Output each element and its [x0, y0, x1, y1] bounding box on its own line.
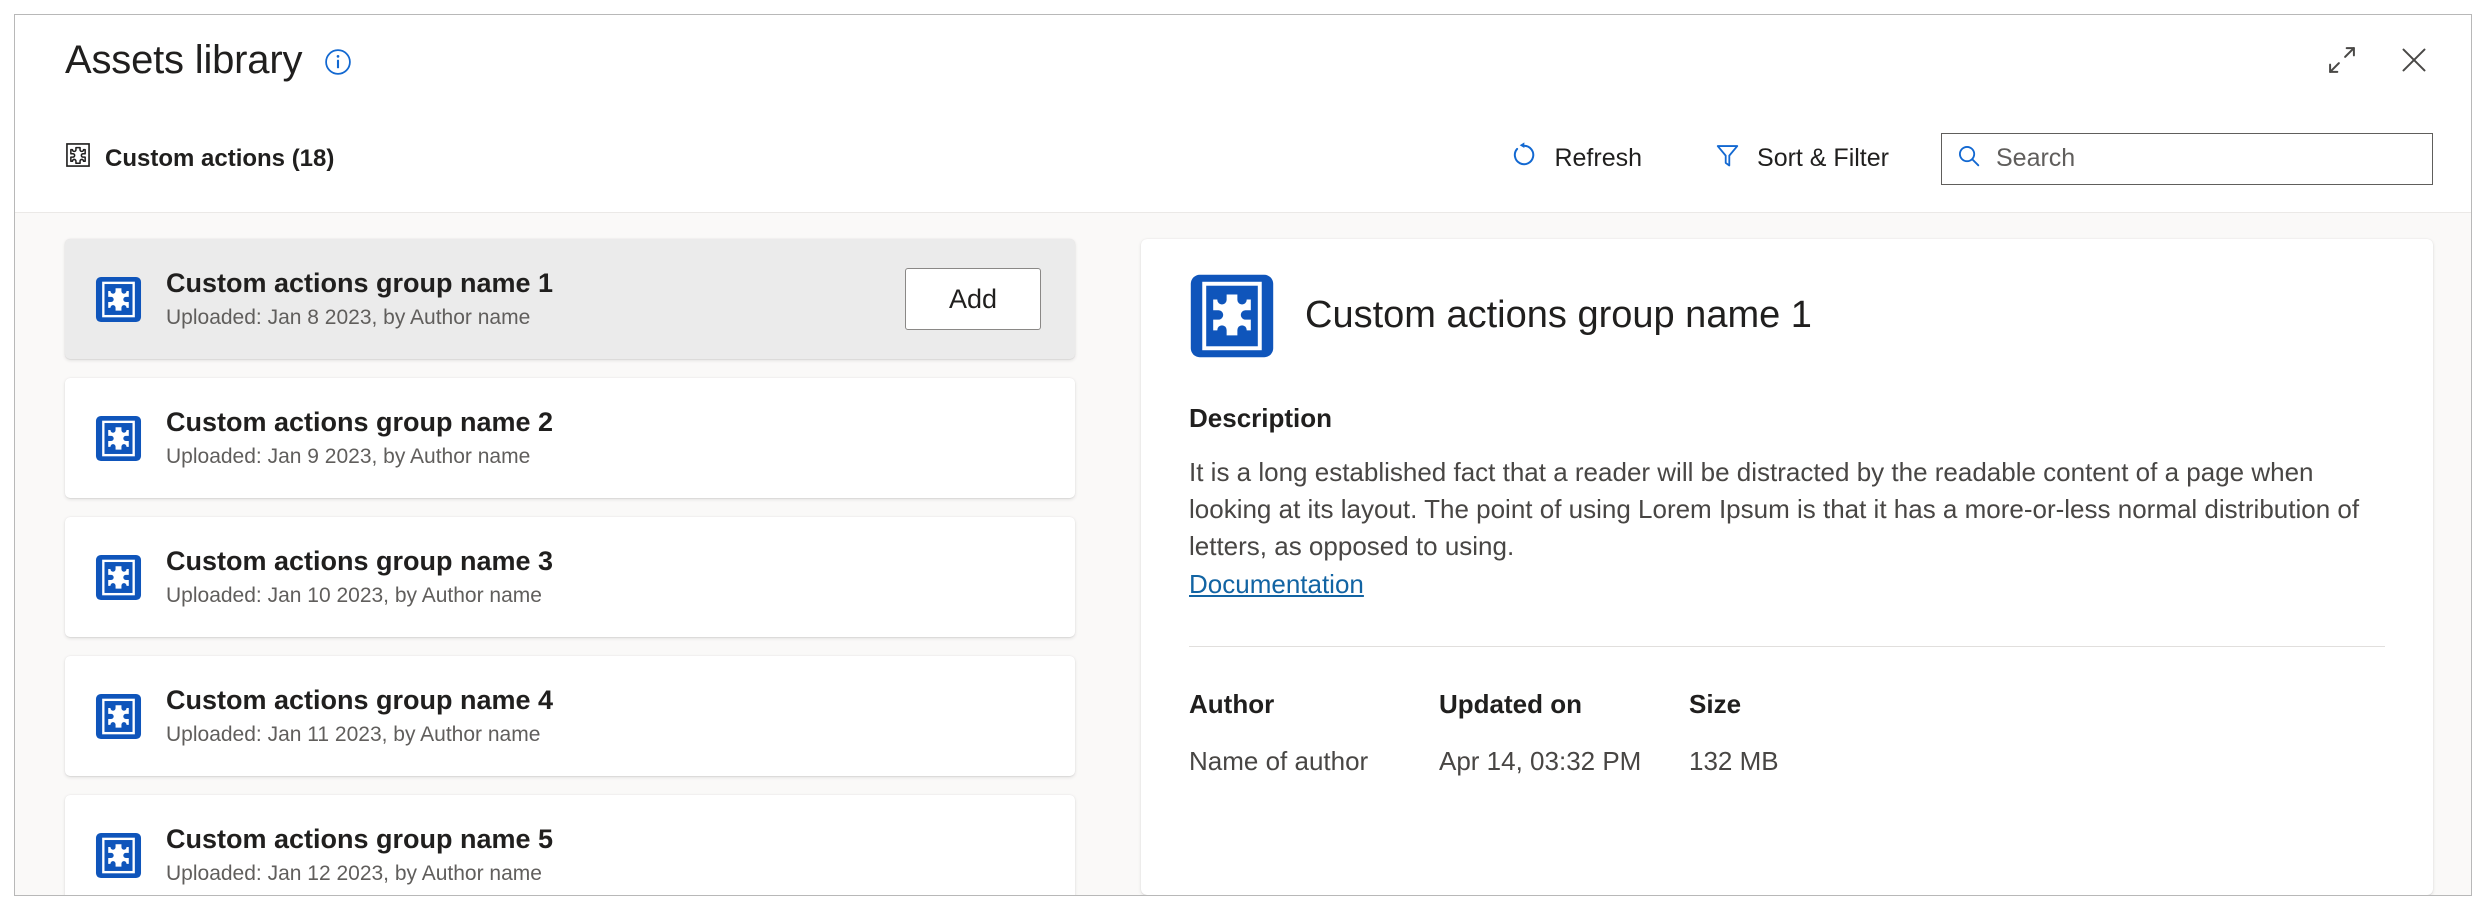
author-label: Author — [1189, 689, 1439, 720]
list-item-subtitle: Uploaded: Jan 11 2023, by Author name — [166, 723, 553, 747]
list-item-title: Custom actions group name 4 — [166, 685, 553, 717]
description-heading: Description — [1189, 403, 2385, 434]
custom-action-puzzle-icon — [65, 142, 91, 175]
section-header: Custom actions (18) — [65, 142, 334, 175]
info-circle-icon[interactable] — [324, 48, 352, 76]
list-item-text: Custom actions group name 5 Uploaded: Ja… — [166, 824, 553, 886]
metadata-grid: Author Updated on Size Name of author Ap… — [1189, 689, 2385, 777]
custom-action-tile-icon — [1189, 273, 1275, 359]
refresh-button[interactable]: Refresh — [1492, 131, 1660, 186]
list-item[interactable]: Custom actions group name 2 Uploaded: Ja… — [65, 378, 1075, 498]
funnel-filter-icon — [1714, 142, 1741, 176]
header-actions — [2323, 41, 2433, 79]
list-item-title: Custom actions group name 5 — [166, 824, 553, 856]
expand-diagonal-icon[interactable] — [2323, 41, 2361, 79]
command-bar-actions: Refresh Sort & Filter — [1492, 131, 2433, 186]
refresh-circular-arrow-icon — [1510, 141, 1538, 176]
page-title: Assets library — [65, 40, 302, 80]
updated-on-label: Updated on — [1439, 689, 1689, 720]
title-group: Assets library — [65, 40, 352, 80]
list-item[interactable]: Custom actions group name 4 Uploaded: Ja… — [65, 656, 1075, 776]
list-item-text: Custom actions group name 1 Uploaded: Ja… — [166, 268, 553, 330]
custom-action-tile-icon — [95, 554, 142, 601]
custom-action-tile-icon — [95, 276, 142, 323]
detail-panel: Custom actions group name 1 Description … — [1123, 213, 2471, 895]
updated-on-value: Apr 14, 03:32 PM — [1439, 746, 1689, 777]
list-item-title: Custom actions group name 1 — [166, 268, 553, 300]
custom-action-tile-icon — [95, 415, 142, 462]
list-item-title: Custom actions group name 2 — [166, 407, 553, 439]
sort-filter-label: Sort & Filter — [1757, 144, 1889, 173]
list-item-subtitle: Uploaded: Jan 10 2023, by Author name — [166, 584, 553, 608]
close-x-icon[interactable] — [2395, 41, 2433, 79]
custom-action-tile-icon — [95, 832, 142, 879]
search-input[interactable] — [1996, 134, 2418, 184]
assets-list-panel: Custom actions group name 1 Uploaded: Ja… — [15, 213, 1123, 895]
detail-header: Custom actions group name 1 — [1189, 273, 2385, 359]
detail-divider — [1189, 646, 2385, 647]
list-item-subtitle: Uploaded: Jan 12 2023, by Author name — [166, 862, 553, 886]
list-item-text: Custom actions group name 2 Uploaded: Ja… — [166, 407, 553, 469]
command-bar: Custom actions (18) Refresh — [15, 105, 2471, 213]
list-item[interactable]: Custom actions group name 3 Uploaded: Ja… — [65, 517, 1075, 637]
search-box[interactable] — [1941, 133, 2433, 185]
magnifier-search-icon — [1956, 143, 1982, 174]
size-value: 132 MB — [1689, 746, 2385, 777]
assets-list: Custom actions group name 1 Uploaded: Ja… — [65, 239, 1123, 895]
detail-card: Custom actions group name 1 Description … — [1141, 239, 2433, 895]
add-button[interactable]: Add — [905, 268, 1041, 330]
description-text: It is a long established fact that a rea… — [1189, 454, 2369, 565]
dialog-body: Custom actions group name 1 Uploaded: Ja… — [15, 213, 2471, 895]
section-label-text: Custom actions (18) — [105, 145, 334, 173]
list-item-subtitle: Uploaded: Jan 8 2023, by Author name — [166, 306, 553, 330]
documentation-link[interactable]: Documentation — [1189, 569, 1364, 600]
list-item-subtitle: Uploaded: Jan 9 2023, by Author name — [166, 445, 553, 469]
sort-filter-button[interactable]: Sort & Filter — [1696, 132, 1907, 186]
assets-library-dialog: Assets library — [14, 14, 2472, 896]
dialog-header: Assets library — [15, 15, 2471, 105]
list-item[interactable]: Custom actions group name 1 Uploaded: Ja… — [65, 239, 1075, 359]
refresh-label: Refresh — [1554, 144, 1642, 173]
list-item-text: Custom actions group name 4 Uploaded: Ja… — [166, 685, 553, 747]
size-label: Size — [1689, 689, 2385, 720]
custom-action-tile-icon — [95, 693, 142, 740]
list-item[interactable]: Custom actions group name 5 Uploaded: Ja… — [65, 795, 1075, 895]
list-item-title: Custom actions group name 3 — [166, 546, 553, 578]
list-item-text: Custom actions group name 3 Uploaded: Ja… — [166, 546, 553, 608]
author-value: Name of author — [1189, 746, 1439, 777]
detail-title: Custom actions group name 1 — [1305, 295, 1812, 337]
